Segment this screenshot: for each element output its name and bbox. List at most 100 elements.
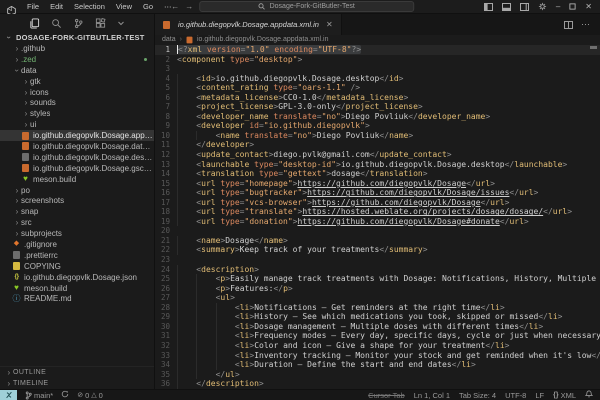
notifications-bell-icon[interactable] (585, 390, 593, 400)
tree-item[interactable]: ›icons (0, 87, 154, 98)
editor-more-actions-icon[interactable]: ⋯ (581, 19, 591, 30)
breadcrumb-file[interactable]: io.github.diegopvlk.Dosage.appdata.xml.i… (197, 36, 329, 43)
code-line[interactable]: 10<name translate="no">Diego Povliuk</na… (155, 131, 600, 141)
tree-item[interactable]: io.github.diegopvlk.Dosage.gschema.xml (0, 163, 154, 174)
minimize-button[interactable]: – (556, 2, 560, 11)
tab-size-status[interactable]: Tab Size: 4 (459, 391, 496, 400)
tree-item[interactable]: ›styles (0, 108, 154, 119)
tree-item[interactable]: ♥meson.build (0, 283, 154, 294)
tree-item[interactable]: ›po (0, 185, 154, 196)
tree-item[interactable]: ›.zed (0, 54, 154, 65)
encoding-status[interactable]: UTF-8 (505, 391, 526, 400)
tab-appdata-xml[interactable]: io.github.diegopvlk.Dosage.appdata.xml.i… (155, 14, 342, 35)
code-line[interactable]: 27<ul> (155, 293, 600, 303)
tree-item[interactable]: ♥meson.build (0, 174, 154, 185)
code-line[interactable]: 17<url type="vcs-browser">https://github… (155, 198, 600, 208)
code-line[interactable]: 6<metadata_license>CC0-1.0</metadata_lic… (155, 93, 600, 103)
problems-status[interactable]: ⊘ 0 △ 0 (77, 391, 103, 400)
tree-item[interactable]: COPYING (0, 261, 154, 272)
code-line[interactable]: 1<?xml version="1.0" encoding="UTF-8"?> (155, 45, 600, 55)
line-col-status[interactable]: Ln 1, Col 1 (414, 391, 450, 400)
code-line[interactable]: 30<li>Dosage management — Multiple doses… (155, 322, 600, 332)
code-line[interactable]: 36</description> (155, 379, 600, 389)
code-line[interactable]: 22<summary>Keep track of your treatments… (155, 245, 600, 255)
code-line[interactable]: 21<name>Dosage</name> (155, 236, 600, 246)
tree-root[interactable]: › DOSAGE-FORK-GITBUTLER-TEST (0, 32, 154, 43)
search-box[interactable]: Dosage-Fork-GitButler-Test (199, 1, 414, 12)
code-line[interactable]: 16<url type="bugtracker">https://github.… (155, 188, 600, 198)
tree-item[interactable]: ›.github (0, 43, 154, 54)
code-line[interactable]: 14<translation type="gettext">dosage</tr… (155, 169, 600, 179)
code-line[interactable]: 32<li>Color and icon — Give a shape for … (155, 341, 600, 351)
tree-item[interactable]: ›subprojects (0, 228, 154, 239)
tree-item[interactable]: io.github.diegopvlk.Dosage.appdata.xm... (0, 130, 154, 141)
tree-item[interactable]: io.github.diegopvlk.Dosage.data.gresou..… (0, 141, 154, 152)
code-line[interactable]: 7<project_license>GPL-3.0-only</project_… (155, 102, 600, 112)
code-line[interactable]: 4<id>io.github.diegopvlk.Dosage.desktop<… (155, 74, 600, 84)
tree-item[interactable]: ◆.gitignore (0, 239, 154, 250)
code-editor[interactable]: 1<?xml version="1.0" encoding="UTF-8"?>2… (155, 44, 600, 389)
outline-panel-header[interactable]: › OUTLINE (0, 367, 154, 378)
code-line[interactable]: 19<url type="donation">https://github.co… (155, 217, 600, 227)
code-line[interactable]: 15<url type="homepage">https://github.co… (155, 179, 600, 189)
close-button[interactable]: ✕ (585, 2, 592, 11)
code-line[interactable]: 31<li>Frequency modes — Every day, speci… (155, 331, 600, 341)
nav-back-icon[interactable]: ← (171, 2, 179, 11)
maximize-button[interactable] (569, 3, 576, 10)
toggle-panel-icon[interactable] (502, 3, 511, 11)
git-branch-status[interactable]: main* (25, 391, 53, 400)
customize-layout-icon[interactable] (538, 2, 547, 11)
tree-item[interactable]: {}io.github.diegopvlk.Dosage.json (0, 272, 154, 283)
tree-item[interactable]: ›screenshots (0, 195, 154, 206)
menu-edit[interactable]: Edit (50, 2, 63, 11)
tree-item[interactable]: ›ui (0, 119, 154, 130)
remote-indicator[interactable] (0, 390, 17, 400)
menu-go[interactable]: Go (143, 2, 153, 11)
split-editor-icon[interactable] (564, 16, 573, 34)
cursor-tab-status[interactable]: Cursor Tab (368, 391, 405, 400)
search-sidebar-icon[interactable] (51, 18, 62, 29)
extensions-icon[interactable] (95, 18, 106, 29)
language-mode-status[interactable]: {} XML (553, 391, 576, 400)
code-line[interactable]: 33<li>Inventory tracking — Monitor your … (155, 351, 600, 361)
code-line[interactable]: 25<p>Easily manage track treatments with… (155, 274, 600, 284)
code-line[interactable]: 8<developer_name translate="no">Diego Po… (155, 112, 600, 122)
source-control-icon[interactable] (73, 18, 84, 29)
code-line[interactable]: 18<url type="translate">https://hosted.w… (155, 207, 600, 217)
code-line[interactable]: 20 (155, 226, 600, 236)
toggle-secondary-sidebar-icon[interactable] (520, 3, 529, 11)
code-line[interactable]: 28<li>Notifications — Get reminders at t… (155, 303, 600, 313)
code-line[interactable]: 34<li>Duration — Define the start and en… (155, 360, 600, 370)
tab-close-icon[interactable]: ✕ (326, 20, 333, 29)
code-line[interactable]: 26<p>Features:</p> (155, 284, 600, 294)
chevron-down-icon[interactable] (117, 19, 125, 27)
explorer-icon[interactable] (29, 18, 40, 29)
timeline-panel-header[interactable]: › TIMELINE (0, 378, 154, 389)
code-line[interactable]: 13<launchable type="desktop-id">io.githu… (155, 160, 600, 170)
tree-item[interactable]: ›gtk (0, 76, 154, 87)
code-line[interactable]: 24<description> (155, 265, 600, 275)
code-line[interactable]: 29<li>History — See which medications yo… (155, 312, 600, 322)
tree-item[interactable]: ›data (0, 65, 154, 76)
code-line[interactable]: 3 (155, 64, 600, 74)
code-line[interactable]: 5<content_rating type="oars-1.1" /> (155, 83, 600, 93)
tree-item[interactable]: ›snap (0, 206, 154, 217)
tree-item[interactable]: ⓘREADME.md (0, 293, 154, 304)
code-line[interactable]: 35</ul> (155, 370, 600, 380)
tree-item[interactable]: io.github.diegopvlk.Dosage.desktop.in (0, 152, 154, 163)
tree-item[interactable]: ›src (0, 217, 154, 228)
code-line[interactable]: 23 (155, 255, 600, 265)
code-line[interactable]: 11</developer> (155, 140, 600, 150)
toggle-primary-sidebar-icon[interactable] (484, 3, 493, 11)
eol-status[interactable]: LF (535, 391, 544, 400)
code-line[interactable]: 9<developer id="io.github.diegopvlk"> (155, 121, 600, 131)
code-line[interactable]: 12<update_contact>diego.pvlk@gmail.com</… (155, 150, 600, 160)
tree-item[interactable]: .prettierrc (0, 250, 154, 261)
breadcrumb-folder[interactable]: data (162, 36, 176, 43)
nav-forward-icon[interactable]: → (185, 2, 193, 11)
menu-file[interactable]: File (27, 2, 39, 11)
tree-item[interactable]: ›sounds (0, 97, 154, 108)
sync-changes-icon[interactable] (61, 390, 69, 400)
menu-view[interactable]: View (116, 2, 132, 11)
code-line[interactable]: 2<component type="desktop"> (155, 55, 600, 65)
